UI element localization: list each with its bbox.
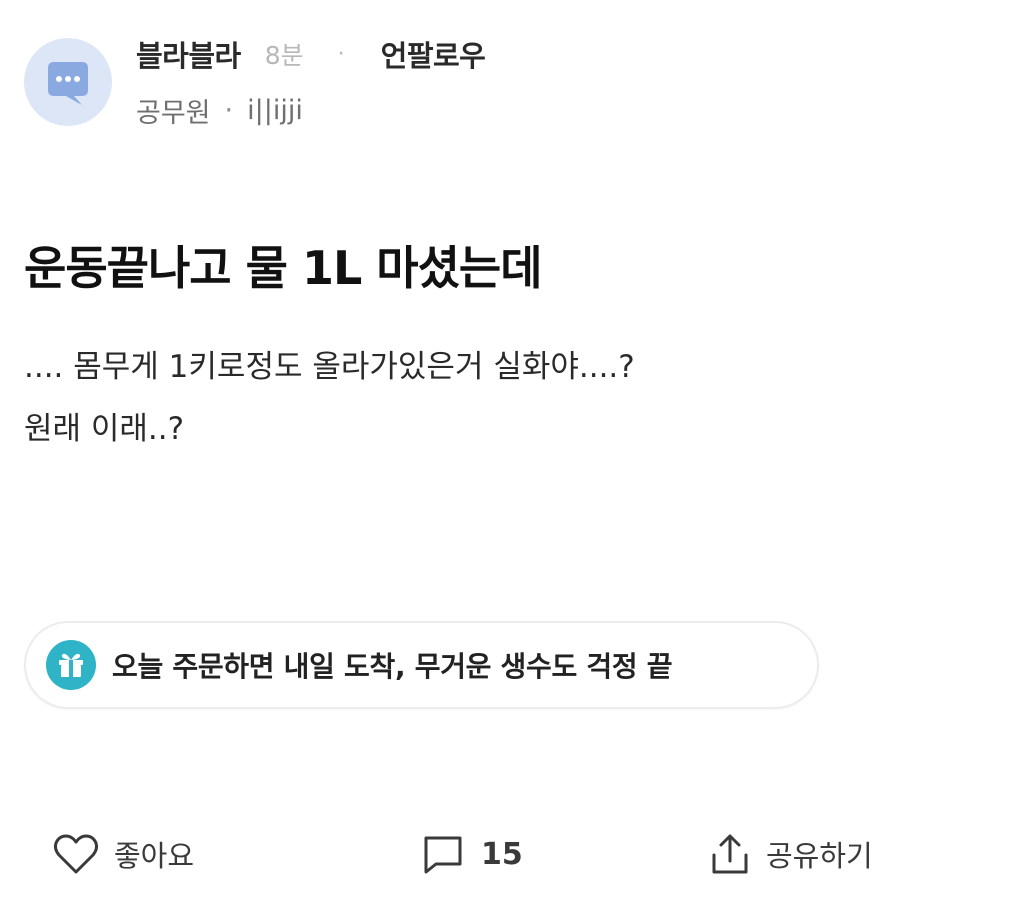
like-button[interactable]: 좋아요 xyxy=(52,826,194,882)
author-handle: i||ijji xyxy=(247,94,303,126)
post-body-line: 원래 이래..? xyxy=(24,411,185,447)
comment-icon xyxy=(421,832,465,876)
post-body: .... 몸무게 1키로정도 올라가있은거 실화야....? 원래 이래..? xyxy=(24,336,635,460)
share-icon xyxy=(708,831,752,877)
share-label: 공유하기 xyxy=(766,839,873,873)
author-row: 블라블라 8분 · 언팔로우 xyxy=(136,33,486,75)
promo-text: 오늘 주문하면 내일 도착, 무거운 생수도 걱정 끝 xyxy=(112,650,673,683)
author-meta: 공무원 · i||ijji xyxy=(136,90,303,130)
share-button[interactable]: 공유하기 xyxy=(708,826,873,882)
comment-button[interactable]: 15 xyxy=(421,826,523,882)
separator-dot: · xyxy=(337,41,345,67)
author-name[interactable]: 블라블라 xyxy=(136,33,241,75)
heart-icon xyxy=(52,832,100,876)
unfollow-button[interactable]: 언팔로우 xyxy=(381,33,486,75)
avatar[interactable] xyxy=(24,38,112,126)
promo-banner[interactable]: 오늘 주문하면 내일 도착, 무거운 생수도 걱정 끝 xyxy=(24,621,819,709)
post-title: 운동끝나고 물 1L 마셨는데 xyxy=(24,241,543,295)
post-time: 8분 xyxy=(264,41,304,70)
gift-icon xyxy=(46,640,96,690)
like-label: 좋아요 xyxy=(114,839,195,873)
author-job: 공무원 xyxy=(136,97,211,129)
meta-separator-dot: · xyxy=(224,94,234,126)
chat-bubble-icon xyxy=(48,62,88,105)
post-body-line: .... 몸무게 1키로정도 올라가있은거 실화야....? xyxy=(24,349,635,385)
comment-count: 15 xyxy=(481,836,523,872)
